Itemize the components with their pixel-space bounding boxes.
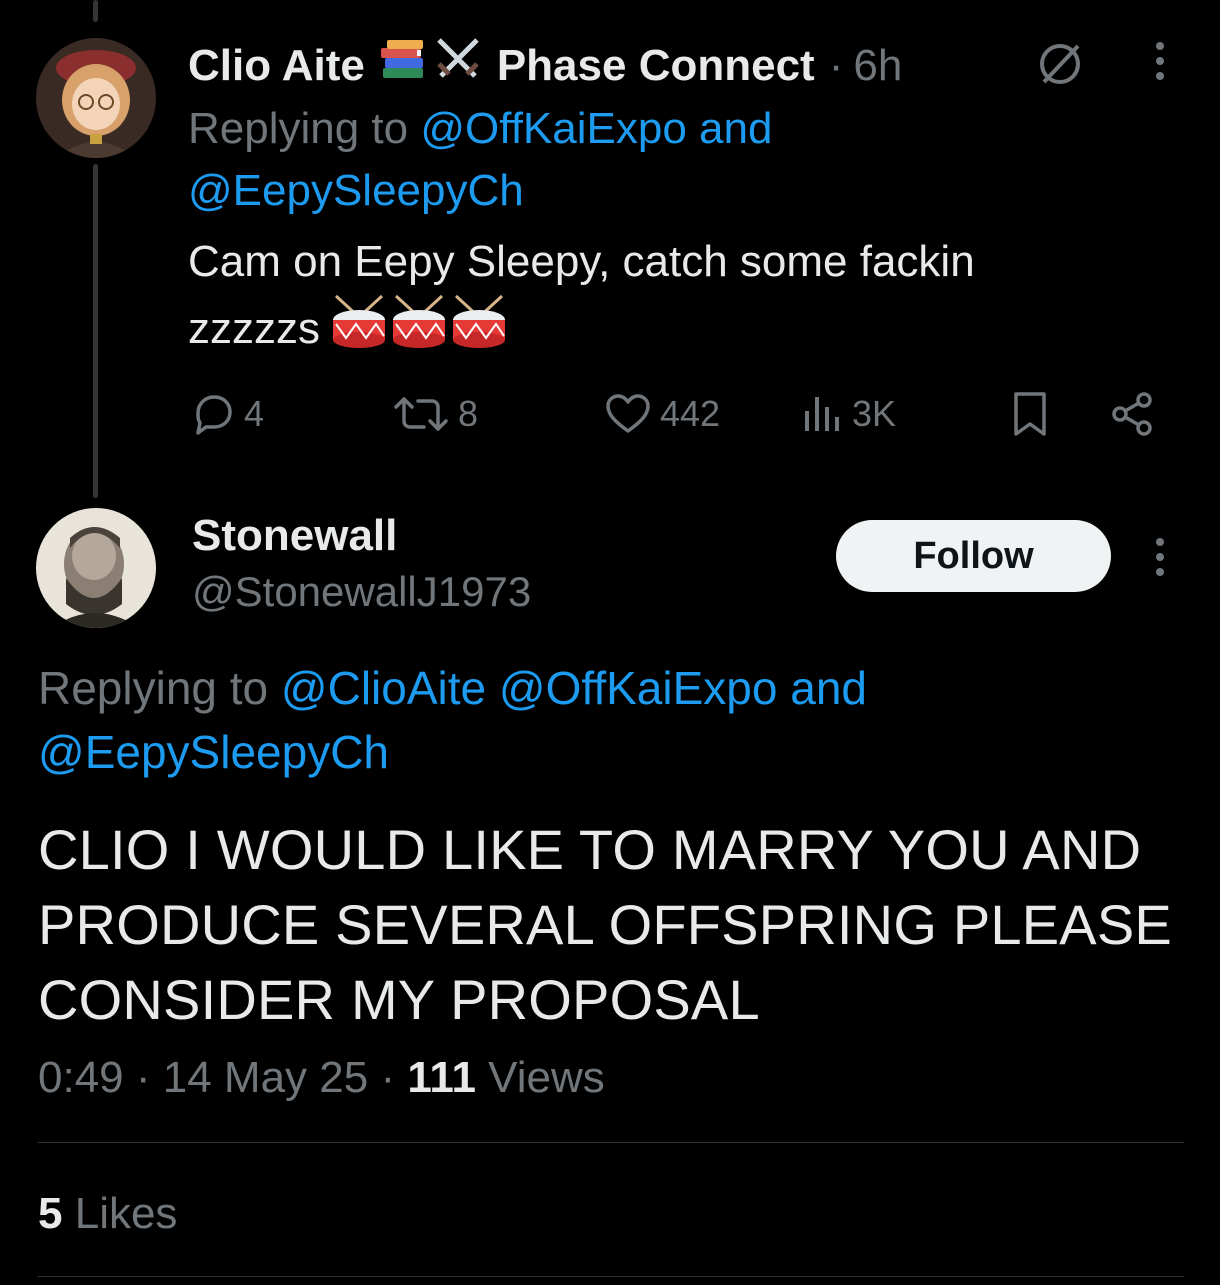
- thread-line-top: [93, 0, 98, 22]
- divider-top: [38, 1142, 1184, 1143]
- reply-count: 4: [244, 393, 265, 434]
- post2-handle[interactable]: @StonewallJ1973: [192, 566, 531, 618]
- follow-button[interactable]: Follow: [836, 520, 1111, 592]
- views-button[interactable]: 3K: [802, 388, 896, 440]
- drum-emoji: [330, 292, 510, 366]
- meta-dot-2: ·: [380, 1053, 396, 1102]
- repost-icon: [392, 391, 450, 437]
- replying2-prefix: Replying to: [38, 662, 269, 714]
- post1-separator: ·: [828, 41, 844, 90]
- mention-clioaite[interactable]: @ClioAite: [281, 662, 486, 714]
- mention-offkaiexpo-2[interactable]: @OffKaiExpo: [499, 662, 778, 714]
- post2-views-count: 111: [407, 1053, 476, 1102]
- reply-icon: [190, 391, 236, 437]
- post2-meta: 0:49 · 14 May 25 · 111 Views: [38, 1050, 605, 1106]
- mention-eepysleepych-2[interactable]: @EepySleepyCh: [38, 726, 389, 778]
- post2-text: CLIO I WOULD LIKE TO MARRY YOU AND PRODU…: [38, 818, 1172, 1031]
- post2-time[interactable]: 0:49: [38, 1053, 124, 1102]
- share-icon: [1108, 390, 1156, 438]
- replying-prefix: Replying to: [188, 104, 409, 153]
- post1-text-line1: Cam on Eepy Sleepy, catch some fackin: [188, 237, 975, 286]
- bookmark-button[interactable]: [1010, 388, 1050, 440]
- like-count: 442: [660, 393, 721, 434]
- crossed-swords-emoji: [433, 36, 483, 96]
- post1-header: Clio Aite Phase Connect · 6h: [188, 36, 902, 96]
- repost-button[interactable]: 8: [392, 388, 478, 440]
- replying2-and: and: [790, 662, 867, 714]
- mention-offkaiexpo[interactable]: @OffKaiExpo: [420, 104, 686, 153]
- post2-author-name[interactable]: Stonewall: [192, 510, 397, 562]
- thread-line: [93, 164, 98, 498]
- post1-more-icon[interactable]: [1156, 42, 1164, 80]
- views-count: 3K: [852, 393, 897, 434]
- reply-button[interactable]: 4: [190, 388, 264, 440]
- books-emoji: [379, 38, 429, 94]
- likes-label: Likes: [74, 1189, 178, 1238]
- bookmark-icon: [1010, 390, 1050, 438]
- stonewall-avatar[interactable]: [36, 508, 156, 628]
- muted-icon[interactable]: [1034, 38, 1086, 95]
- post2-views-label: Views: [488, 1053, 605, 1102]
- post1-text-line2: zzzzzs: [188, 304, 320, 353]
- post2-replying: Replying to @ClioAite @OffKaiExpo and @E…: [38, 656, 1178, 784]
- mention-eepysleepych[interactable]: @EepySleepyCh: [188, 166, 524, 215]
- post1-text: Cam on Eepy Sleepy, catch some fackin zz…: [188, 232, 1148, 366]
- views-icon: [802, 391, 844, 437]
- post2-date[interactable]: 14 May 25: [163, 1053, 368, 1102]
- post2-more-icon[interactable]: [1156, 538, 1164, 576]
- repost-count: 8: [458, 393, 479, 434]
- divider-bottom: [38, 1276, 1184, 1277]
- post1-time[interactable]: 6h: [853, 40, 902, 92]
- like-icon: [604, 391, 652, 437]
- share-button[interactable]: [1108, 388, 1156, 440]
- likes-count: 5: [38, 1189, 63, 1238]
- clio-avatar[interactable]: [36, 38, 156, 158]
- post2-likes[interactable]: 5 Likes: [38, 1186, 177, 1242]
- post1-action-bar: 4 8 442 3K: [190, 388, 1170, 440]
- post1-replying: Replying to @OffKaiExpo and @EepySleepyC…: [188, 98, 1088, 222]
- like-button[interactable]: 442: [604, 388, 720, 440]
- post1-affiliation[interactable]: Phase Connect: [497, 40, 815, 92]
- replying-and: and: [699, 104, 773, 153]
- post1-author-name[interactable]: Clio Aite: [188, 40, 365, 92]
- meta-dot-1: ·: [135, 1053, 151, 1102]
